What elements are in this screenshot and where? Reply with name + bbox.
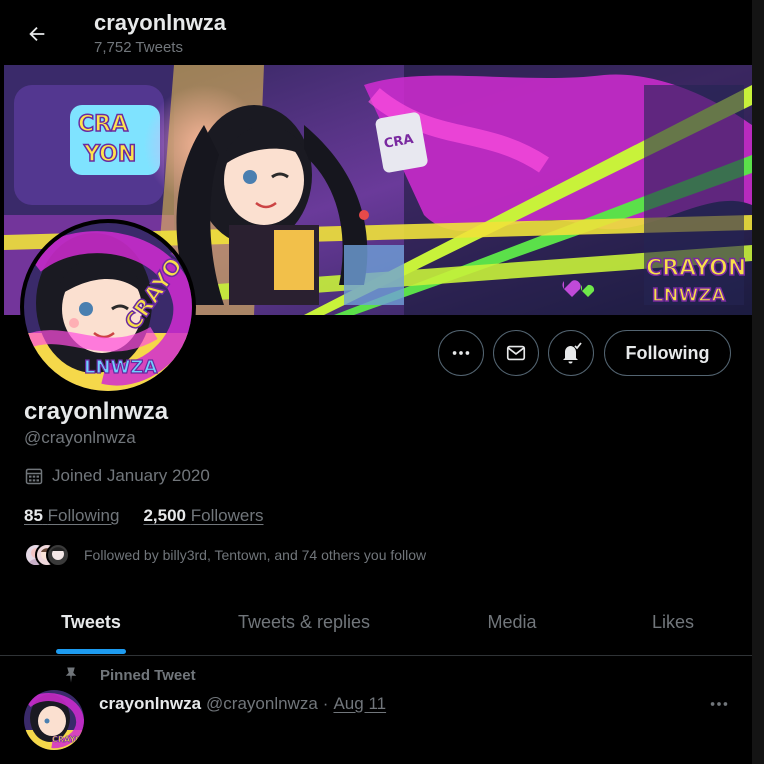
followed-by-row[interactable]: Followed by billy3rd, Tentown, and 74 ot…: [24, 543, 426, 567]
profile-display-name: crayonlnwza: [24, 398, 169, 425]
tweet-header: crayonlnwza @crayonlnwza · Aug 11: [99, 694, 386, 714]
followers-count: 2,500: [143, 506, 187, 525]
followers-label: Followers: [190, 506, 264, 525]
pinned-label: Pinned Tweet: [100, 666, 196, 684]
header-tweet-count: 7,752 Tweets: [94, 39, 183, 56]
tweet-more-button[interactable]: [700, 692, 738, 716]
pin-icon: [65, 667, 77, 683]
header-title: crayonlnwza: [94, 10, 227, 35]
joined-date: Joined January 2020: [24, 466, 210, 486]
profile-tabs: Tweets Tweets & replies Media Likes: [0, 590, 752, 656]
more-horizontal-icon: [452, 351, 470, 355]
svg-text:LNWZA: LNWZA: [652, 285, 725, 306]
scrollbar[interactable]: [752, 0, 764, 764]
following-button[interactable]: Following: [604, 330, 731, 376]
tab-media[interactable]: Media: [452, 590, 572, 654]
more-options-button[interactable]: [438, 330, 484, 376]
svg-text:CRAYON: CRAYON: [52, 735, 84, 744]
joined-label: Joined January 2020: [52, 466, 210, 485]
tab-tweets[interactable]: Tweets: [16, 590, 166, 654]
more-horizontal-icon: [710, 702, 728, 706]
tweet-author-name[interactable]: crayonlnwza: [99, 694, 201, 714]
pinned-indicator: Pinned Tweet: [62, 666, 196, 684]
follower-avatars: [24, 543, 70, 567]
follow-stats: 85 Following 2,500 Followers: [24, 506, 264, 526]
avatar-artwork: CRAYON LNWZA: [24, 223, 192, 391]
bell-check-icon: [563, 342, 582, 364]
message-button[interactable]: [493, 330, 539, 376]
tweet-author-avatar[interactable]: CRAYON: [24, 690, 84, 750]
tab-tweets-and-replies[interactable]: Tweets & replies: [214, 590, 394, 654]
svg-text:YON: YON: [83, 142, 136, 167]
tweet-separator: ·: [322, 694, 329, 713]
active-tab-indicator: [56, 649, 126, 654]
avatar: [46, 543, 70, 567]
following-count-link[interactable]: 85 Following: [24, 506, 119, 526]
tab-likes[interactable]: Likes: [618, 590, 728, 654]
arrow-left-icon: [29, 26, 45, 42]
svg-text:CRA: CRA: [78, 112, 128, 137]
notifications-button[interactable]: [548, 330, 594, 376]
calendar-icon: [25, 468, 43, 485]
following-count: 85: [24, 506, 43, 525]
tweet-author-handle[interactable]: @crayonlnwza: [206, 694, 318, 714]
tweet-date[interactable]: Aug 11: [333, 694, 386, 714]
following-label: Following: [47, 506, 120, 525]
profile-avatar[interactable]: CRAYON LNWZA: [20, 219, 196, 395]
top-bar: crayonlnwza 7,752 Tweets: [0, 0, 764, 64]
svg-text:CRAYON: CRAYON: [646, 256, 746, 281]
svg-text:LNWZA: LNWZA: [84, 357, 157, 378]
followed-by-text: Followed by billy3rd, Tentown, and 74 ot…: [84, 547, 427, 563]
followers-count-link[interactable]: 2,500 Followers: [143, 506, 263, 526]
envelope-icon: [506, 345, 526, 361]
profile-handle: @crayonlnwza: [24, 428, 136, 447]
back-button[interactable]: [20, 17, 54, 51]
